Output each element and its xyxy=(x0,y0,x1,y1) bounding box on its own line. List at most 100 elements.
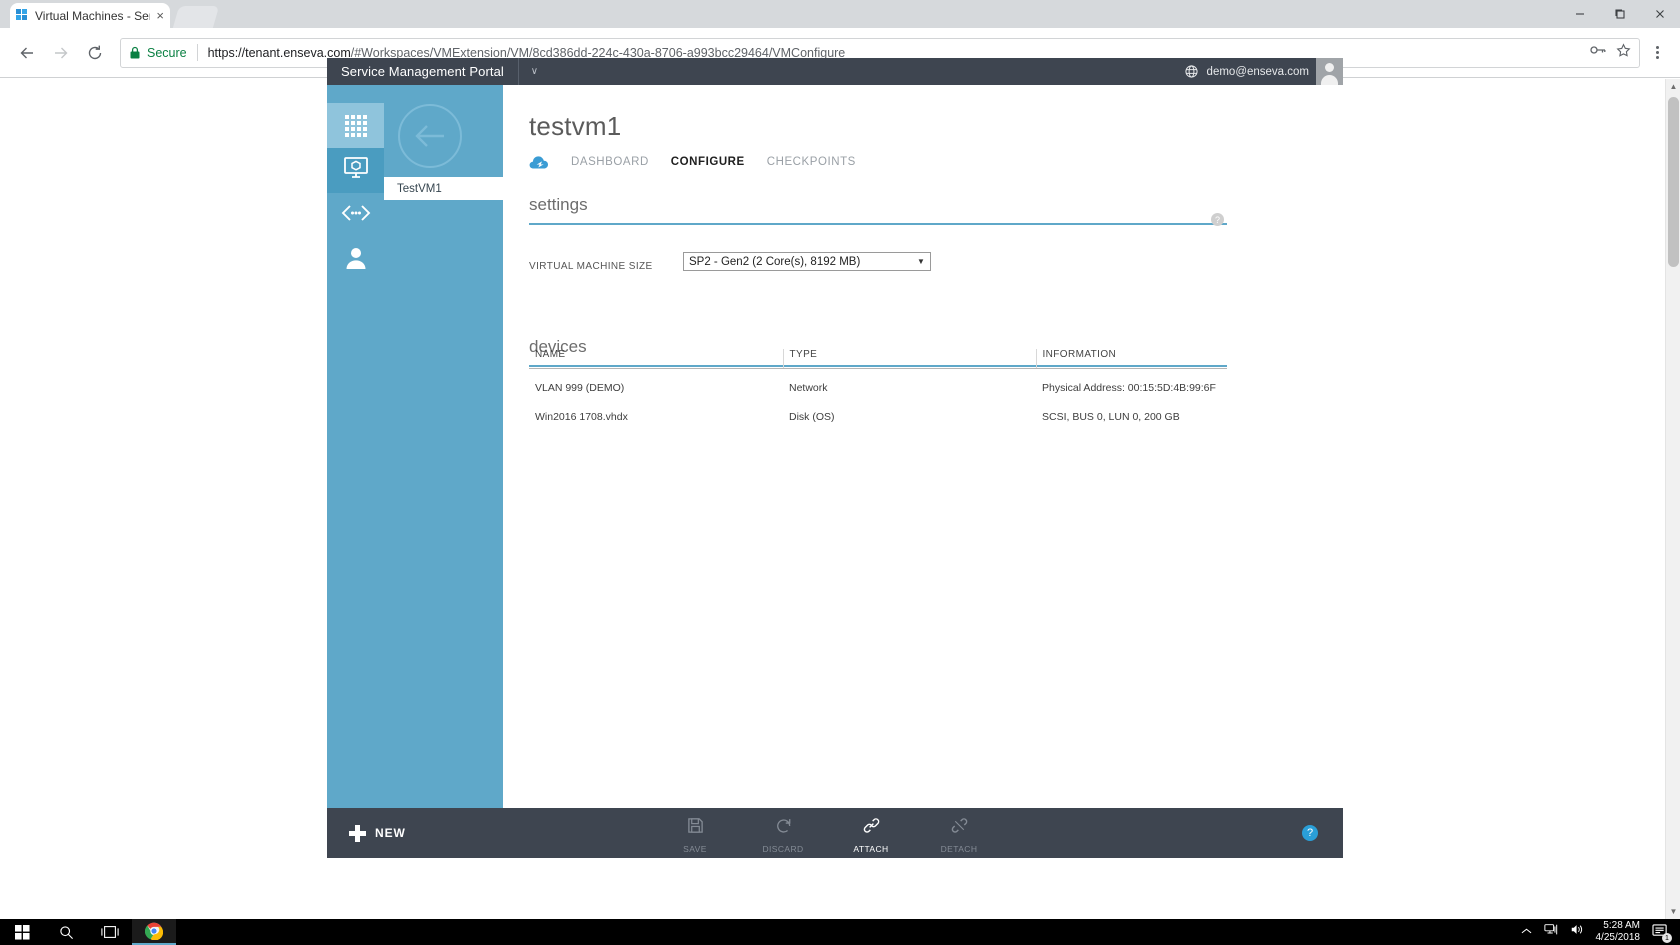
command-bar: NEW SAVE DISCARD ATTACH DETACH ? xyxy=(327,808,1343,858)
detach-button-label: DETACH xyxy=(940,844,978,854)
close-icon[interactable] xyxy=(1640,0,1680,28)
secure-label: Secure xyxy=(147,45,187,60)
browser-tab[interactable]: Virtual Machines - Servic × xyxy=(10,3,170,28)
vm-size-label: VIRTUAL MACHINE SIZE xyxy=(529,261,653,272)
new-tab-button[interactable] xyxy=(172,6,220,28)
notification-center-icon[interactable]: 1 xyxy=(1652,923,1672,943)
command-buttons: SAVE DISCARD ATTACH DETACH xyxy=(671,817,983,854)
globe-icon[interactable] xyxy=(1184,65,1198,78)
page-title: testvm1 xyxy=(529,111,622,141)
forward-arrow-icon[interactable] xyxy=(44,36,78,70)
chevron-down-icon[interactable]: ▼ xyxy=(912,253,930,270)
portal-content: testvm1 DASHBOARD CONFIGURE CHECKPOINTS xyxy=(398,85,1343,831)
settings-divider xyxy=(529,223,1227,225)
back-arrow-icon[interactable] xyxy=(10,36,44,70)
vm-list-panel: TestVM1 xyxy=(384,85,503,831)
portal-body: TestVM1 testvm1 DASHBOARD CONFIGURE CHEC… xyxy=(327,85,1343,831)
new-button[interactable]: NEW xyxy=(327,824,406,842)
settings-help-icon[interactable]: ? xyxy=(1211,213,1224,226)
page-viewport: ▲ ▼ Service Management Portal ∨ demo@ens… xyxy=(0,58,1680,919)
chevron-down-icon[interactable]: ∨ xyxy=(517,58,550,85)
sidebar-item-networks[interactable] xyxy=(327,193,384,238)
sidebar-item-virtual-machines[interactable] xyxy=(327,148,384,193)
cloud-icon xyxy=(529,155,549,169)
star-icon[interactable] xyxy=(1616,42,1631,63)
table-row[interactable]: Win2016 1708.vhdx Disk (OS) SCSI, BUS 0,… xyxy=(529,398,1227,427)
vm-size-select[interactable]: SP2 - Gen2 (2 Core(s), 8192 MB) ▼ xyxy=(683,252,931,271)
system-tray: 5:28 AM 4/25/2018 1 xyxy=(1521,920,1680,944)
key-icon[interactable] xyxy=(1590,43,1606,62)
tab-checkpoints[interactable]: CHECKPOINTS xyxy=(767,156,856,168)
portal-nav-rail xyxy=(327,85,384,831)
windows-taskbar: 5:28 AM 4/25/2018 1 xyxy=(0,919,1680,945)
vm-monitor-icon xyxy=(343,156,369,185)
close-icon[interactable]: × xyxy=(156,9,164,22)
cell-information: SCSI, BUS 0, LUN 0, 200 GB xyxy=(1042,411,1180,423)
link-attach-icon xyxy=(863,817,880,839)
content-tabs: DASHBOARD CONFIGURE CHECKPOINTS xyxy=(529,155,856,169)
detach-button[interactable]: DETACH xyxy=(935,817,983,854)
tab-strip: Virtual Machines - Servic × xyxy=(0,0,1680,28)
attach-button-label: ATTACH xyxy=(853,844,889,854)
grid-icon xyxy=(344,114,367,137)
lock-icon xyxy=(129,46,141,59)
task-view-icon[interactable] xyxy=(88,919,132,945)
scroll-up-arrow[interactable]: ▲ xyxy=(1666,79,1680,94)
save-icon xyxy=(687,817,704,839)
broken-link-detach-icon xyxy=(951,817,968,839)
column-header-information[interactable]: INFORMATION xyxy=(1035,349,1227,369)
save-button[interactable]: SAVE xyxy=(671,817,719,854)
notification-badge: 1 xyxy=(1662,933,1672,943)
column-header-type[interactable]: TYPE xyxy=(782,349,1036,369)
new-button-label: NEW xyxy=(375,826,406,840)
discard-button[interactable]: DISCARD xyxy=(759,817,807,854)
attach-button[interactable]: ATTACH xyxy=(847,817,895,854)
column-header-name[interactable]: NAME xyxy=(529,349,783,369)
portal-user-area[interactable]: demo@enseva.com xyxy=(1184,58,1309,85)
windows-start-icon[interactable] xyxy=(0,919,44,945)
list-item[interactable]: TestVM1 xyxy=(384,177,503,200)
settings-heading: settings xyxy=(529,195,588,214)
network-icon xyxy=(341,204,371,227)
volume-icon[interactable] xyxy=(1570,923,1584,941)
cell-type: Network xyxy=(789,382,828,394)
tab-dashboard[interactable]: DASHBOARD xyxy=(571,156,649,168)
minimize-icon[interactable] xyxy=(1560,0,1600,28)
save-button-label: SAVE xyxy=(683,844,707,854)
scroll-thumb[interactable] xyxy=(1668,97,1679,267)
chrome-icon[interactable] xyxy=(132,919,176,945)
person-icon xyxy=(345,246,367,275)
vm-size-selected-value: SP2 - Gen2 (2 Core(s), 8192 MB) xyxy=(689,255,861,268)
omnibox-divider xyxy=(196,44,198,61)
reload-icon[interactable] xyxy=(78,36,112,70)
back-arrow-circle[interactable] xyxy=(398,104,462,168)
portal-brand: Service Management Portal xyxy=(341,64,504,79)
table-header-row: NAME TYPE INFORMATION xyxy=(529,349,1227,369)
clock-time: 5:28 AM xyxy=(1603,920,1640,931)
show-hidden-icons[interactable] xyxy=(1521,923,1532,941)
network-tray-icon[interactable] xyxy=(1543,923,1558,941)
devices-table: NAME TYPE INFORMATION VLAN 999 (DEMO) Ne… xyxy=(529,349,1227,427)
cell-name: Win2016 1708.vhdx xyxy=(535,411,628,423)
discard-undo-icon xyxy=(775,817,792,839)
taskbar-clock[interactable]: 5:28 AM 4/25/2018 xyxy=(1596,920,1641,944)
tab-configure[interactable]: CONFIGURE xyxy=(671,156,745,168)
three-dot-menu-icon[interactable] xyxy=(1644,46,1670,59)
cell-name: VLAN 999 (DEMO) xyxy=(535,382,625,394)
omnibox-actions xyxy=(1590,42,1631,63)
browser-tab-title: Virtual Machines - Servic xyxy=(35,8,150,23)
help-button[interactable]: ? xyxy=(1302,825,1318,841)
sidebar-item-all-items[interactable] xyxy=(327,103,384,148)
table-row[interactable]: VLAN 999 (DEMO) Network Physical Address… xyxy=(529,369,1227,399)
plus-icon xyxy=(349,824,366,842)
cell-type: Disk (OS) xyxy=(789,411,835,423)
search-icon[interactable] xyxy=(44,919,88,945)
cell-information: Physical Address: 00:15:5D:4B:99:6F xyxy=(1042,382,1216,394)
avatar[interactable] xyxy=(1316,58,1343,85)
scroll-down-arrow[interactable]: ▼ xyxy=(1666,904,1680,919)
discard-button-label: DISCARD xyxy=(762,844,804,854)
maximize-icon[interactable] xyxy=(1600,0,1640,28)
sidebar-item-user-accounts[interactable] xyxy=(327,238,384,283)
page-scrollbar[interactable]: ▲ ▼ xyxy=(1665,79,1680,919)
clock-date: 4/25/2018 xyxy=(1595,932,1641,943)
